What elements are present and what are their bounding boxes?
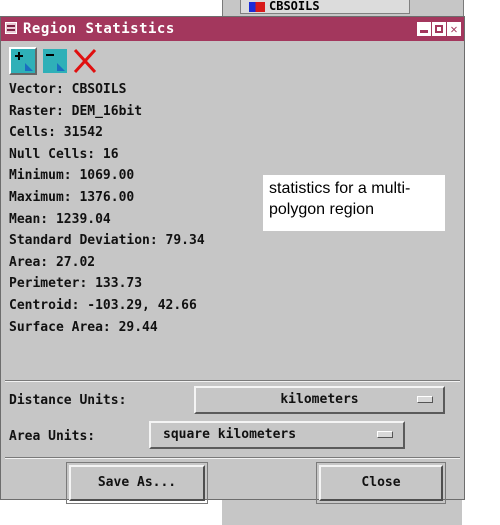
divider xyxy=(5,380,460,382)
area-units-dropdown[interactable]: square kilometers xyxy=(149,421,405,449)
stat-surface-area: Surface Area: 29.44 xyxy=(9,319,158,335)
close-window-button[interactable]: ✕ xyxy=(447,22,461,36)
remove-region-button[interactable] xyxy=(41,47,69,75)
stat-cells: Cells: 31542 xyxy=(9,125,103,141)
layer-color-icon xyxy=(249,2,265,12)
stat-area: Area: 27.02 xyxy=(9,254,96,270)
save-as-button[interactable]: Save As... xyxy=(66,462,208,504)
background-tab-label: CBSOILS xyxy=(269,0,320,13)
minus-region-icon xyxy=(43,49,67,73)
minimize-button[interactable] xyxy=(417,22,431,36)
distance-units-dropdown[interactable]: kilometers xyxy=(194,386,445,414)
annotation-callout: statistics for a multi-polygon region xyxy=(263,175,445,231)
red-x-icon xyxy=(73,48,97,74)
stat-std-dev: Standard Deviation: 79.34 xyxy=(9,233,205,249)
plus-region-icon xyxy=(15,52,33,71)
stat-perimeter: Perimeter: 133.73 xyxy=(9,276,143,292)
close-button[interactable]: Close xyxy=(316,462,446,504)
background-layer-tab[interactable]: CBSOILS xyxy=(240,0,410,14)
maximize-button[interactable] xyxy=(432,22,446,36)
system-menu-icon[interactable] xyxy=(5,22,17,34)
distance-units-label: Distance Units: xyxy=(9,393,127,408)
add-region-button[interactable] xyxy=(9,47,37,75)
region-statistics-window: Region Statistics ✕ Vector: CBSOILS Rast… xyxy=(0,16,465,504)
distance-units-value: kilometers xyxy=(280,392,359,407)
clear-button[interactable] xyxy=(71,47,99,75)
stat-centroid: Centroid: -103.29, 42.66 xyxy=(9,297,197,313)
window-title: Region Statistics xyxy=(23,21,175,37)
title-bar[interactable]: Region Statistics ✕ xyxy=(1,17,464,41)
stat-null-cells: Null Cells: 16 xyxy=(9,146,119,162)
background-window-bottom xyxy=(222,500,462,525)
divider xyxy=(5,457,460,459)
dropdown-indicator-icon xyxy=(377,431,393,438)
stat-raster: Raster: DEM_16bit xyxy=(9,103,143,119)
stat-vector: Vector: CBSOILS xyxy=(9,82,127,97)
area-units-value: square kilometers xyxy=(163,427,297,442)
area-units-label: Area Units: xyxy=(9,429,96,444)
dropdown-indicator-icon xyxy=(417,396,433,403)
